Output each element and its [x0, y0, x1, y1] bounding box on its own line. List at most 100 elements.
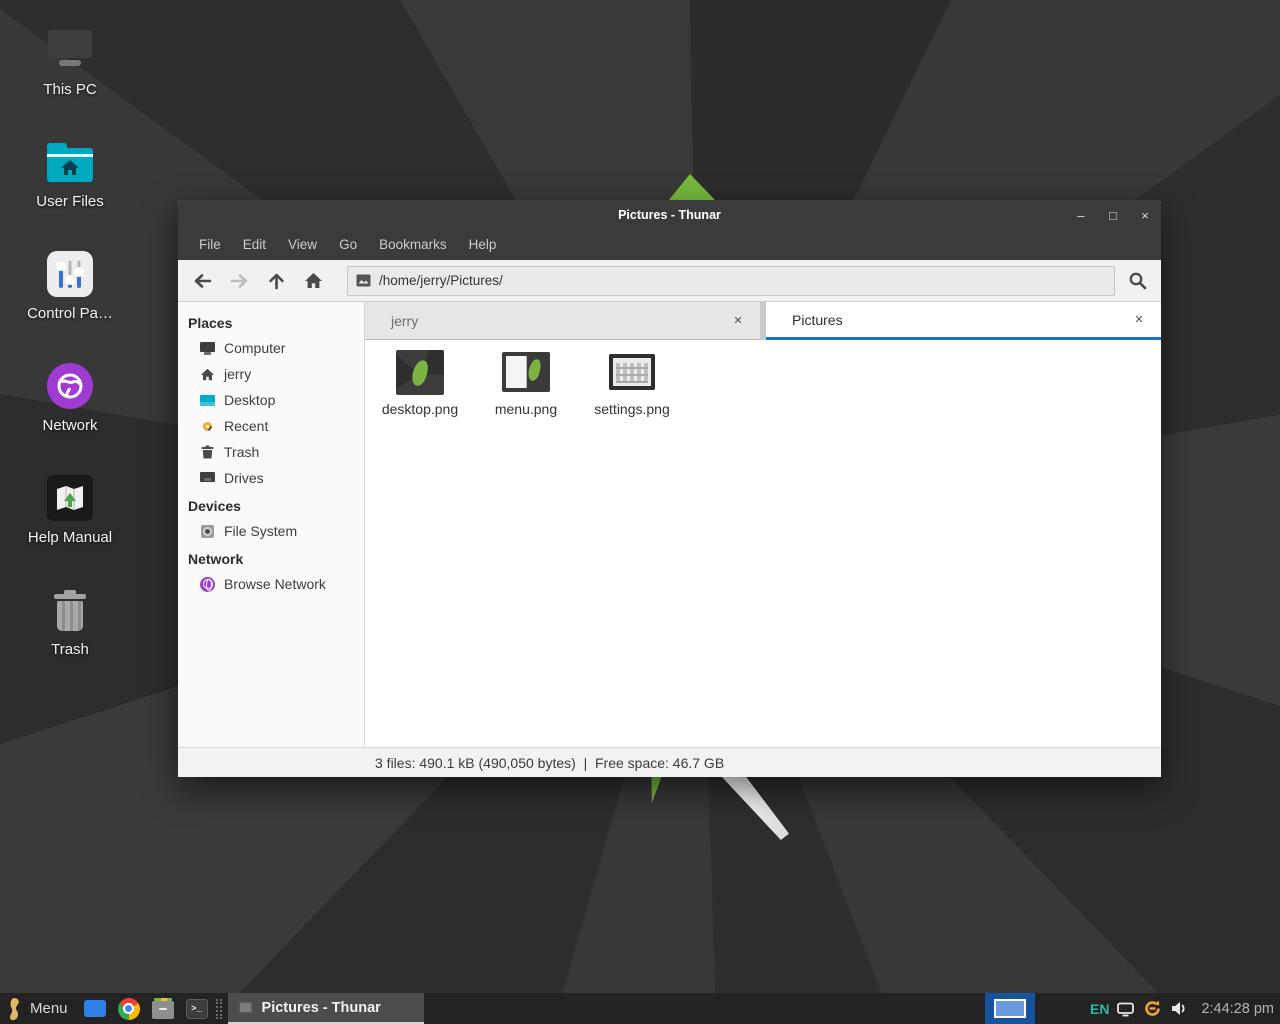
forward-icon — [230, 273, 249, 289]
sidebar-header-places: Places — [178, 311, 364, 335]
tab-jerry[interactable]: jerry ✕ — [365, 302, 760, 340]
desktop-icon-this-pc[interactable]: This PC — [0, 26, 140, 98]
menu-edit[interactable]: Edit — [232, 230, 277, 260]
sidebar-item-browse-network[interactable]: Browse Network — [178, 571, 364, 597]
status-bar: 3 files: 490.1 kB (490,050 bytes) | Free… — [178, 747, 1161, 777]
drives-icon — [199, 472, 216, 484]
desktop-icon-trash[interactable]: Trash — [0, 586, 140, 658]
menu-bookmarks[interactable]: Bookmarks — [368, 230, 458, 260]
sidebar-item-file-system[interactable]: File System — [178, 518, 364, 544]
desktop-icon-column: This PC User Files Control Pa… — [0, 26, 140, 658]
update-manager-icon[interactable] — [1142, 998, 1163, 1019]
back-button[interactable] — [184, 265, 221, 297]
desktop-icon-help-manual[interactable]: Help Manual — [0, 474, 140, 546]
menu-go[interactable]: Go — [328, 230, 368, 260]
desktop-icon-network[interactable]: Network — [0, 362, 140, 434]
taskbar-task-thunar[interactable]: Pictures - Thunar — [228, 993, 424, 1024]
terminal-launcher-icon[interactable]: >_ — [186, 999, 208, 1019]
trash-icon — [199, 445, 216, 459]
task-label: Pictures - Thunar — [262, 1000, 381, 1016]
file-name: desktop.png — [382, 401, 458, 417]
desktop-icon-user-files[interactable]: User Files — [0, 138, 140, 210]
maximize-button[interactable]: □ — [1097, 200, 1129, 230]
sidebar-item-drives[interactable]: Drives — [178, 465, 364, 491]
home-button[interactable] — [295, 265, 332, 297]
tab-close-icon[interactable]: ✕ — [1131, 313, 1147, 326]
sidebar-item-desktop[interactable]: Desktop — [178, 387, 364, 413]
main-pane: jerry ✕ Pictures ✕ desktop.png menu.png — [365, 302, 1161, 747]
file-menu-png[interactable]: menu.png — [477, 348, 575, 417]
sidebar-item-computer[interactable]: Computer — [178, 335, 364, 361]
up-button[interactable] — [258, 265, 295, 297]
thunar-task-icon — [238, 1001, 253, 1014]
computer-icon — [199, 342, 216, 355]
home-icon — [199, 368, 216, 381]
chrome-launcher-icon[interactable] — [118, 998, 140, 1020]
settings-png-thumbnail — [609, 354, 655, 390]
filesystem-icon — [199, 525, 216, 538]
menu-png-thumbnail — [502, 352, 550, 392]
up-icon — [268, 272, 285, 290]
file-name: menu.png — [495, 401, 557, 417]
titlebar[interactable]: Pictures - Thunar – □ × — [178, 200, 1161, 230]
start-menu-logo-icon[interactable] — [6, 997, 22, 1021]
desktop-icon-label: User Files — [36, 193, 104, 210]
toolbar: /home/jerry/Pictures/ — [178, 260, 1161, 302]
close-button[interactable]: × — [1129, 200, 1161, 230]
workspace-switcher[interactable] — [985, 993, 1035, 1024]
tab-bar: jerry ✕ Pictures ✕ — [365, 302, 1161, 340]
desktop-icon-label: Trash — [51, 641, 89, 658]
desktop-icon — [199, 395, 216, 406]
active-workspace[interactable] — [994, 999, 1026, 1018]
network-globe-icon — [199, 577, 216, 592]
home-icon — [304, 272, 323, 289]
files-launcher-icon[interactable] — [84, 1000, 106, 1017]
minimize-button[interactable]: – — [1065, 200, 1097, 230]
file-desktop-png[interactable]: desktop.png — [371, 348, 469, 417]
system-tray: EN 2:44:28 pm — [1090, 998, 1280, 1019]
forward-button[interactable] — [221, 265, 258, 297]
desktop-icon-label: Network — [42, 417, 97, 434]
start-menu-button[interactable]: Menu — [30, 1000, 68, 1017]
image-icon — [356, 274, 371, 287]
file-settings-png[interactable]: settings.png — [583, 348, 681, 417]
clock[interactable]: 2:44:28 pm — [1201, 1001, 1274, 1017]
status-text: 3 files: 490.1 kB (490,050 bytes) | Free… — [375, 755, 724, 771]
trash-icon — [53, 588, 87, 632]
volume-icon[interactable] — [1170, 1000, 1188, 1017]
keyboard-layout-indicator[interactable]: EN — [1090, 1001, 1109, 1017]
laptop-icon — [48, 30, 92, 70]
tab-pictures[interactable]: Pictures ✕ — [766, 302, 1161, 340]
recent-clock-icon — [199, 422, 216, 431]
window-controls: – □ × — [1065, 200, 1161, 230]
thunar-window: Pictures - Thunar – □ × File Edit View G… — [178, 200, 1161, 777]
menu-view[interactable]: View — [277, 230, 328, 260]
file-view[interactable]: desktop.png menu.png settings.png — [365, 340, 1161, 747]
display-tray-icon[interactable] — [1116, 1001, 1135, 1017]
home-folder-icon — [47, 148, 93, 182]
path-text: /home/jerry/Pictures/ — [379, 273, 503, 288]
file-cabinet-launcher-icon[interactable] — [152, 999, 174, 1019]
taskbar: Menu >_ Pictures - Thunar EN 2:44:28 pm — [0, 993, 1280, 1024]
search-button[interactable] — [1119, 265, 1155, 297]
desktop-png-thumbnail — [396, 350, 444, 395]
menu-help[interactable]: Help — [458, 230, 508, 260]
back-icon — [193, 273, 212, 289]
desktop-icon-control-panel[interactable]: Control Pa… — [0, 250, 140, 322]
file-name: settings.png — [594, 401, 670, 417]
help-manual-icon — [47, 475, 93, 521]
desktop-icon-label: This PC — [43, 81, 96, 98]
wallpaper-green-peak — [668, 174, 716, 201]
tab-close-icon[interactable]: ✕ — [730, 314, 746, 327]
network-globe-icon — [47, 363, 93, 409]
tasklist-drag-handle[interactable] — [216, 999, 222, 1019]
sidebar-item-recent[interactable]: Recent — [178, 413, 364, 439]
path-bar[interactable]: /home/jerry/Pictures/ — [347, 266, 1115, 296]
control-panel-icon — [47, 251, 93, 297]
desktop-icon-label: Control Pa… — [27, 305, 113, 322]
menu-file[interactable]: File — [188, 230, 232, 260]
sidebar-item-jerry[interactable]: jerry — [178, 361, 364, 387]
sidebar-item-trash[interactable]: Trash — [178, 439, 364, 465]
sidebar: Places Computer jerry Desktop Recent — [178, 302, 365, 747]
desktop-icon-label: Help Manual — [28, 529, 112, 546]
